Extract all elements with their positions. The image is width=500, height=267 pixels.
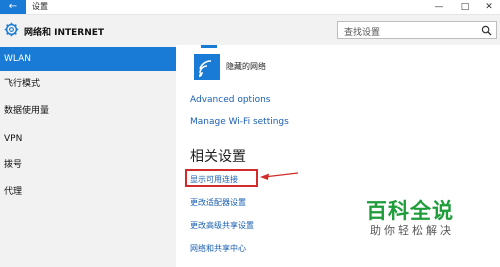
network-sharing-center-link[interactable]: 网络和共享中心 xyxy=(190,243,246,254)
close-button[interactable]: ✕ xyxy=(478,0,500,14)
search-input[interactable]: 查找设置 xyxy=(337,21,497,39)
sidebar-item-airplane-mode[interactable]: 飞行模式 xyxy=(0,72,176,96)
advanced-options-link[interactable]: Advanced options xyxy=(190,95,270,105)
search-icon[interactable] xyxy=(481,25,492,36)
maximize-button[interactable]: □ xyxy=(454,0,476,14)
watermark-title: 百科全说 xyxy=(366,199,454,223)
hidden-network-label[interactable]: 隐藏的网络 xyxy=(226,61,266,72)
window-title: 设置 xyxy=(32,2,48,11)
search-placeholder: 查找设置 xyxy=(344,28,381,38)
gear-icon xyxy=(4,22,19,37)
sidebar-item-dialup[interactable]: 拨号 xyxy=(0,153,176,177)
hidden-network-tile[interactable] xyxy=(194,54,220,80)
red-arrow-icon xyxy=(260,172,299,180)
wifi-icon xyxy=(199,60,212,78)
sidebar-item-wlan[interactable]: WLAN xyxy=(0,47,176,71)
related-settings-title: 相关设置 xyxy=(190,149,246,165)
change-advanced-sharing-link[interactable]: 更改高级共享设置 xyxy=(190,220,254,231)
sidebar-item-proxy[interactable]: 代理 xyxy=(0,180,176,204)
sidebar-item-vpn[interactable]: VPN xyxy=(0,127,176,151)
title-bar: ← 设置 — □ ✕ xyxy=(0,0,500,15)
sidebar-item-data-usage[interactable]: 数据使用量 xyxy=(0,99,176,123)
sidebar: WLAN 飞行模式 数据使用量 VPN 拨号 代理 xyxy=(0,45,176,267)
manage-wifi-link[interactable]: Manage Wi-Fi settings xyxy=(190,117,289,127)
back-button[interactable]: ← xyxy=(0,0,26,14)
change-adapter-settings-link[interactable]: 更改适配器设置 xyxy=(190,197,246,208)
show-available-connections-link[interactable]: 显示可用连接 xyxy=(190,174,238,185)
page-title: 网络和 INTERNET xyxy=(24,28,105,38)
watermark-subtitle: 助你轻松解决 xyxy=(370,224,454,237)
network-list-fragment xyxy=(201,45,217,48)
minimize-button[interactable]: — xyxy=(428,0,450,14)
